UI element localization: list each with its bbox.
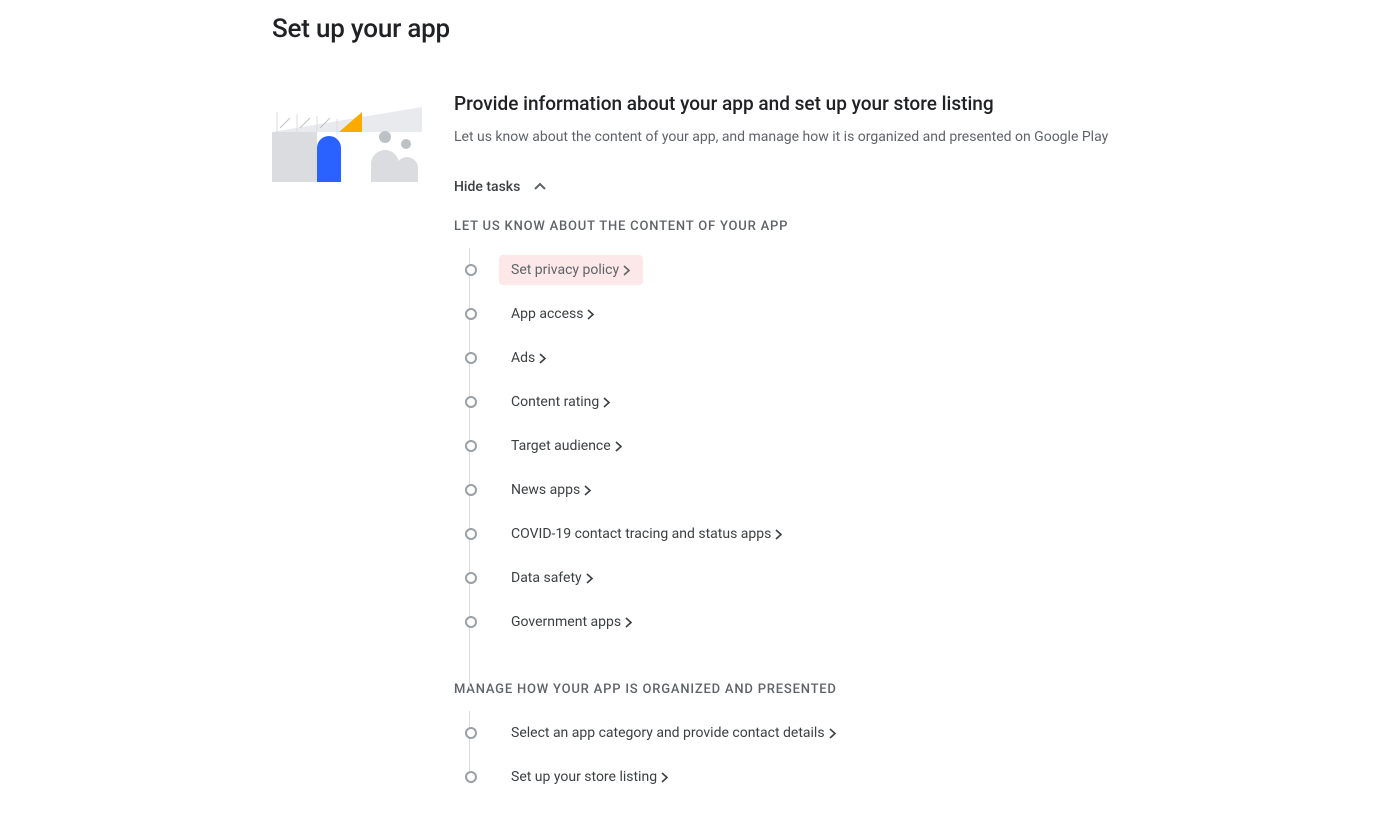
- task-item[interactable]: News apps: [469, 468, 1400, 512]
- task-item[interactable]: COVID-19 contact tracing and status apps: [469, 512, 1400, 556]
- task-label: Target audience: [499, 431, 635, 461]
- task-item[interactable]: App access: [469, 292, 1400, 336]
- task-list: Set privacy policy App access Ads Content r…: [454, 248, 1400, 644]
- task-item[interactable]: Set up your store listing: [469, 755, 1400, 799]
- chevron-right-icon: [829, 728, 837, 739]
- chevron-right-icon: [539, 353, 547, 364]
- task-list: Select an app category and provide conta…: [454, 711, 1400, 799]
- chevron-right-icon: [623, 265, 631, 276]
- task-label-text: Ads: [511, 350, 535, 366]
- chevron-right-icon: [586, 573, 594, 584]
- chevron-right-icon: [587, 309, 595, 320]
- task-label-text: Set privacy policy: [511, 262, 619, 278]
- task-label: Select an app category and provide conta…: [499, 718, 849, 748]
- task-label-text: Select an app category and provide conta…: [511, 725, 825, 741]
- hide-tasks-label: Hide tasks: [454, 179, 520, 195]
- task-label-text: Set up your store listing: [511, 769, 657, 785]
- task-label-text: App access: [511, 306, 583, 322]
- task-item[interactable]: Target audience: [469, 424, 1400, 468]
- chevron-right-icon: [661, 772, 669, 783]
- task-label: App access: [499, 299, 607, 329]
- task-label-text: Content rating: [511, 394, 599, 410]
- chevron-right-icon: [625, 617, 633, 628]
- task-label: News apps: [499, 475, 604, 505]
- task-label-text: Target audience: [511, 438, 611, 454]
- task-label: Content rating: [499, 387, 623, 417]
- task-item[interactable]: Ads: [469, 336, 1400, 380]
- page-title: Set up your app: [272, 14, 1400, 44]
- content-row: Provide information about your app and s…: [272, 92, 1400, 837]
- task-item[interactable]: Data safety: [469, 556, 1400, 600]
- task-item[interactable]: Government apps: [469, 600, 1400, 644]
- task-label-text: News apps: [511, 482, 580, 498]
- task-label-text: COVID-19 contact tracing and status apps: [511, 526, 771, 542]
- chevron-right-icon: [584, 485, 592, 496]
- section-title: Provide information about your app and s…: [454, 92, 1400, 115]
- chevron-right-icon: [603, 397, 611, 408]
- task-item[interactable]: Select an app category and provide conta…: [469, 711, 1400, 755]
- task-label-text: Government apps: [511, 614, 621, 630]
- task-label: Government apps: [499, 607, 645, 637]
- task-item[interactable]: Content rating: [469, 380, 1400, 424]
- chevron-right-icon: [775, 529, 783, 540]
- task-label: Data safety: [499, 563, 606, 593]
- task-label: Set privacy policy: [499, 255, 643, 285]
- task-label: COVID-19 contact tracing and status apps: [499, 519, 795, 549]
- task-group-label: MANAGE HOW YOUR APP IS ORGANIZED AND PRE…: [454, 682, 1400, 697]
- task-label-text: Data safety: [511, 570, 582, 586]
- illustration: [272, 92, 422, 182]
- hide-tasks-toggle[interactable]: Hide tasks: [454, 179, 546, 195]
- task-item[interactable]: Set privacy policy: [469, 248, 1400, 292]
- section-description: Let us know about the content of your ap…: [454, 127, 1400, 148]
- app-setup-illustration: [272, 92, 422, 182]
- task-group-label: LET US KNOW ABOUT THE CONTENT OF YOUR AP…: [454, 219, 1400, 234]
- chevron-up-icon: [534, 181, 546, 193]
- task-groups: LET US KNOW ABOUT THE CONTENT OF YOUR AP…: [454, 219, 1400, 799]
- task-label: Ads: [499, 343, 559, 373]
- main-column: Provide information about your app and s…: [454, 92, 1400, 837]
- chevron-right-icon: [615, 441, 623, 452]
